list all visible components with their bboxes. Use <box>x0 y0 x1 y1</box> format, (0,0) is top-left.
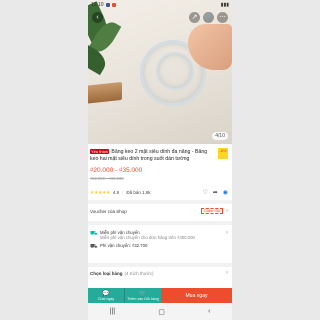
chat-icon: 💬 <box>102 291 110 297</box>
clock: 12:10 <box>91 2 104 8</box>
image-toolbar: ‹ ↗ 🛒 ⋯ <box>88 12 232 23</box>
voucher-tag: Giảm ₫5k <box>200 208 223 214</box>
variant-label: Chọn loại hàng <box>90 270 123 276</box>
cart-icon[interactable]: 🛒 <box>203 12 214 23</box>
recent-apps-icon[interactable]: ||| <box>110 308 115 315</box>
sold-count: Đã bán 1,8k <box>126 190 151 195</box>
voucher-label: Voucher của Shop <box>90 208 127 214</box>
free-shipping-icon: ⛟ <box>90 231 98 237</box>
bottom-action-bar: 💬 Chat ngay 🛒 Thêm vào Giỏ hàng Mua ngay <box>88 288 232 303</box>
divider <box>88 200 232 204</box>
shopee-icon <box>111 3 116 7</box>
discount-badge: -8% <box>218 148 228 159</box>
variant-selector[interactable]: Chọn loại hàng (4 Kích thước) › <box>90 270 228 276</box>
add-to-cart-label: Thêm vào Giỏ hàng <box>127 297 159 301</box>
divider <box>88 263 232 267</box>
home-icon[interactable]: ▢ <box>158 308 165 316</box>
wood-block <box>88 81 122 105</box>
shipping-fee-row: ⛟ Phí vận chuyển: ₫32.700 <box>90 243 228 251</box>
chat-button[interactable]: 💬 Chat ngay <box>88 288 124 303</box>
free-shipping-desc: Miễn phí vận chuyển cho đơn hàng trên ₫3… <box>100 235 195 240</box>
original-price: ₫22.000 - ₫38.000 <box>90 176 124 181</box>
share-icon[interactable]: ➦ <box>213 189 218 196</box>
back-icon[interactable]: ‹ <box>92 12 103 23</box>
tape-core <box>156 52 194 90</box>
chat-label: Chat ngay <box>97 297 115 301</box>
free-shipping-text: Miễn phí vận chuyển Miễn phí vận chuyển … <box>100 230 220 240</box>
buy-now-label: Mua ngay <box>185 292 208 299</box>
truck-icon: ⛟ <box>90 244 98 250</box>
shipping-section[interactable]: ⛟ Miễn phí vận chuyển Miễn phí vận chuyể… <box>90 230 228 254</box>
chevron-right-icon: › <box>226 230 228 236</box>
system-nav-bar: ||| ▢ ‹ <box>88 303 232 320</box>
variant-hint: (4 Kích thước) <box>124 270 154 276</box>
divider <box>88 221 232 225</box>
image-counter: 4/10 <box>212 132 228 140</box>
rating-value: 4.9 <box>112 190 120 195</box>
back-nav-icon[interactable]: ‹ <box>208 308 210 315</box>
more-icon[interactable]: ⋯ <box>217 12 228 23</box>
shipping-fee: Phí vận chuyển: ₫32.700 <box>100 243 148 248</box>
buy-now-button[interactable]: Mua ngay <box>161 288 232 303</box>
heart-icon[interactable]: ♡ <box>202 189 207 196</box>
product-title: Yêu thích Băng keo 2 mặt siêu dính đa nă… <box>90 148 214 163</box>
shop-voucher-row[interactable]: Voucher của Shop Giảm ₫5k › <box>90 208 228 214</box>
notification-icon <box>105 3 110 7</box>
free-shipping-row: ⛟ Miễn phí vận chuyển Miễn phí vận chuyể… <box>90 230 228 240</box>
rating-row: ★★★★★ 4.9 | Đã bán 1,8k ♡ ➦ ◉ <box>90 189 228 197</box>
chevron-right-icon: › <box>226 270 228 276</box>
add-to-cart-button[interactable]: 🛒 Thêm vào Giỏ hàng <box>124 288 161 303</box>
favorite-badge: Yêu thích <box>90 149 109 154</box>
chevron-right-icon: › <box>226 208 228 214</box>
app-screen: 4/10 12:10 ▮▮▮ ‹ ↗ 🛒 ⋯ Yêu thích Băng ke… <box>88 0 232 320</box>
cart-plus-icon: 🛒 <box>139 291 147 297</box>
share-icon[interactable]: ↗ <box>189 12 200 23</box>
price: ₫20.000 - ₫35.000 <box>90 167 143 174</box>
star-rating-icon: ★★★★★ <box>90 189 110 196</box>
signal-icon: ▮▮▮ <box>220 2 229 8</box>
divider: | <box>122 190 124 195</box>
messenger-icon[interactable]: ◉ <box>223 189 228 196</box>
status-bar: 12:10 ▮▮▮ <box>88 0 232 10</box>
